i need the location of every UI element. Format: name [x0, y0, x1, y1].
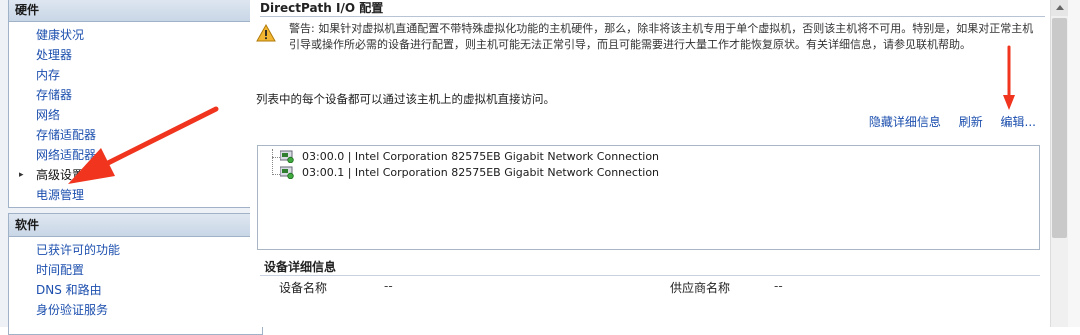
annotation-arrow-left	[68, 106, 219, 184]
annotation-overlay	[68, 45, 1015, 184]
annotation-arrow-down	[1003, 45, 1015, 110]
